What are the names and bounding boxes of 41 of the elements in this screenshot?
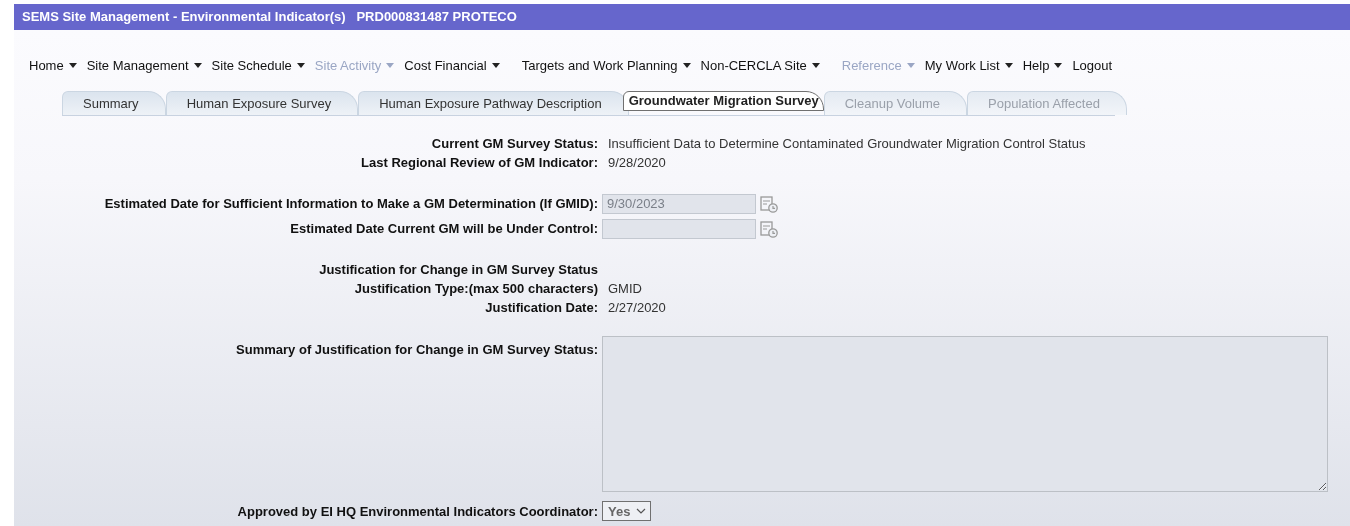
caret-icon <box>491 62 500 68</box>
caret-icon <box>296 62 305 68</box>
tab[interactable]: Groundwater Migration Survey <box>622 91 824 111</box>
field-value: 2/27/2020 <box>608 300 667 315</box>
menu-item[interactable]: Logout <box>1072 57 1113 73</box>
caret-icon <box>68 62 77 68</box>
approved-dropdown[interactable]: Yes <box>602 501 652 521</box>
calendar-icon[interactable] <box>760 219 778 238</box>
field-label: Summary of Justification for Change in GM Survey Status: <box>235 341 598 357</box>
field-value: GMID <box>608 281 643 296</box>
field-label: Last Regional Review of GM Indicator: <box>360 155 598 170</box>
field-value: Insufficient Data to Determine Contaminated Groundwater Migration Control Status <box>608 136 1087 151</box>
window-title: SEMS Site Management - Environmental Indicator(s) PRD000831487 PROTECO <box>14 4 1350 30</box>
field-value: 9/28/2020 <box>608 155 667 170</box>
caret-icon <box>906 62 915 68</box>
menu-item[interactable]: Site Schedule <box>211 57 305 73</box>
menu-item[interactable]: Site Management <box>86 57 202 73</box>
calendar-icon[interactable] <box>760 194 778 213</box>
chevron-icon <box>636 508 647 514</box>
tab[interactable]: Human Exposure Survey <box>165 91 359 115</box>
caret-icon <box>1004 62 1013 68</box>
caret-icon <box>193 62 202 68</box>
caret-icon <box>682 62 691 68</box>
caret-icon <box>386 62 395 68</box>
field-label: Estimated Date Current GM will be Under Control: <box>289 221 598 236</box>
menu-item[interactable]: My Work List <box>924 57 1013 73</box>
caret-icon <box>1054 62 1063 68</box>
menu-item[interactable]: Targets and Work Planning <box>521 57 691 73</box>
menu-item[interactable]: Help <box>1022 57 1063 73</box>
field-label: Approved by EI HQ Environmental Indicators Coordinator: <box>236 503 598 519</box>
field-label: Current GM Survey Status: <box>430 136 598 151</box>
tab[interactable]: Summary <box>62 91 166 115</box>
menu-item[interactable]: Non-CERCLA Site <box>700 57 820 73</box>
caret-icon <box>811 62 820 68</box>
menu-item[interactable]: Cost Financial <box>404 57 500 73</box>
field-label: Justification Type:(max 500 characters) <box>353 281 598 296</box>
tab[interactable]: Human Exposure Pathway Description <box>358 91 629 115</box>
section-heading: Justification for Change in GM Survey Status <box>318 262 598 277</box>
field-label: Estimated Date for Sufficient Information to Make a GM Determination (If GMID): <box>103 196 598 211</box>
field-label: Justification Date: <box>484 300 598 315</box>
menu-item[interactable]: Home <box>29 57 77 73</box>
